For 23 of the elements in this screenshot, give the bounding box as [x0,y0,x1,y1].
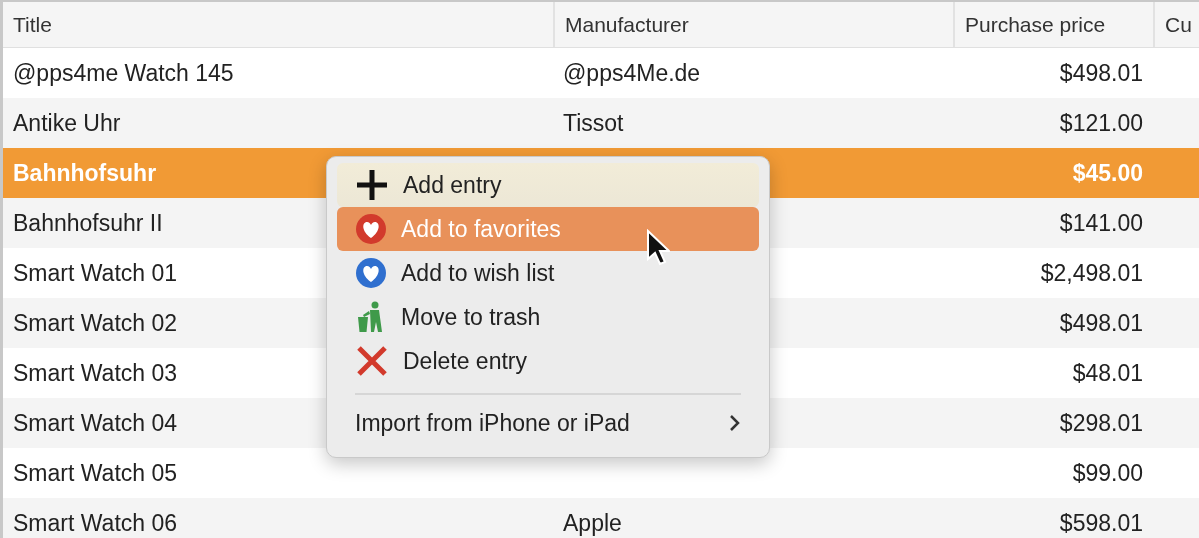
table-cell: $45.00 [1072,159,1143,187]
table-cell: Smart Watch 01 [13,259,178,287]
table-cell: Smart Watch 02 [13,309,178,337]
table-cell: Antike Uhr [13,109,121,137]
table-cell: $598.01 [1059,509,1143,537]
table-cell: Bahnhofsuhr [13,159,157,187]
table-cell: Bahnhofsuhr II [13,209,163,237]
table-cell: $99.00 [1072,459,1143,487]
table-cell: $121.00 [1059,109,1143,137]
table-cell: Smart Watch 06 [13,509,178,537]
table-cell: @pps4me Watch 145 [13,59,234,87]
table-cell: @pps4Me.de [563,59,701,87]
table-cell: $498.01 [1059,309,1143,337]
table-cell: Smart Watch 04 [13,409,178,437]
table-cell: Tissot [563,109,624,137]
table-cell: Smart Watch 03 [13,359,178,387]
table-cell: Apple [563,509,622,537]
table-cell: $298.01 [1059,409,1143,437]
table-cell: $2,498.01 [1040,259,1143,287]
table-cell: Smart Watch 05 [13,459,178,487]
table-cell: $498.01 [1059,59,1143,87]
table-cell: $48.01 [1072,359,1143,387]
table-cell: $141.00 [1059,209,1143,237]
